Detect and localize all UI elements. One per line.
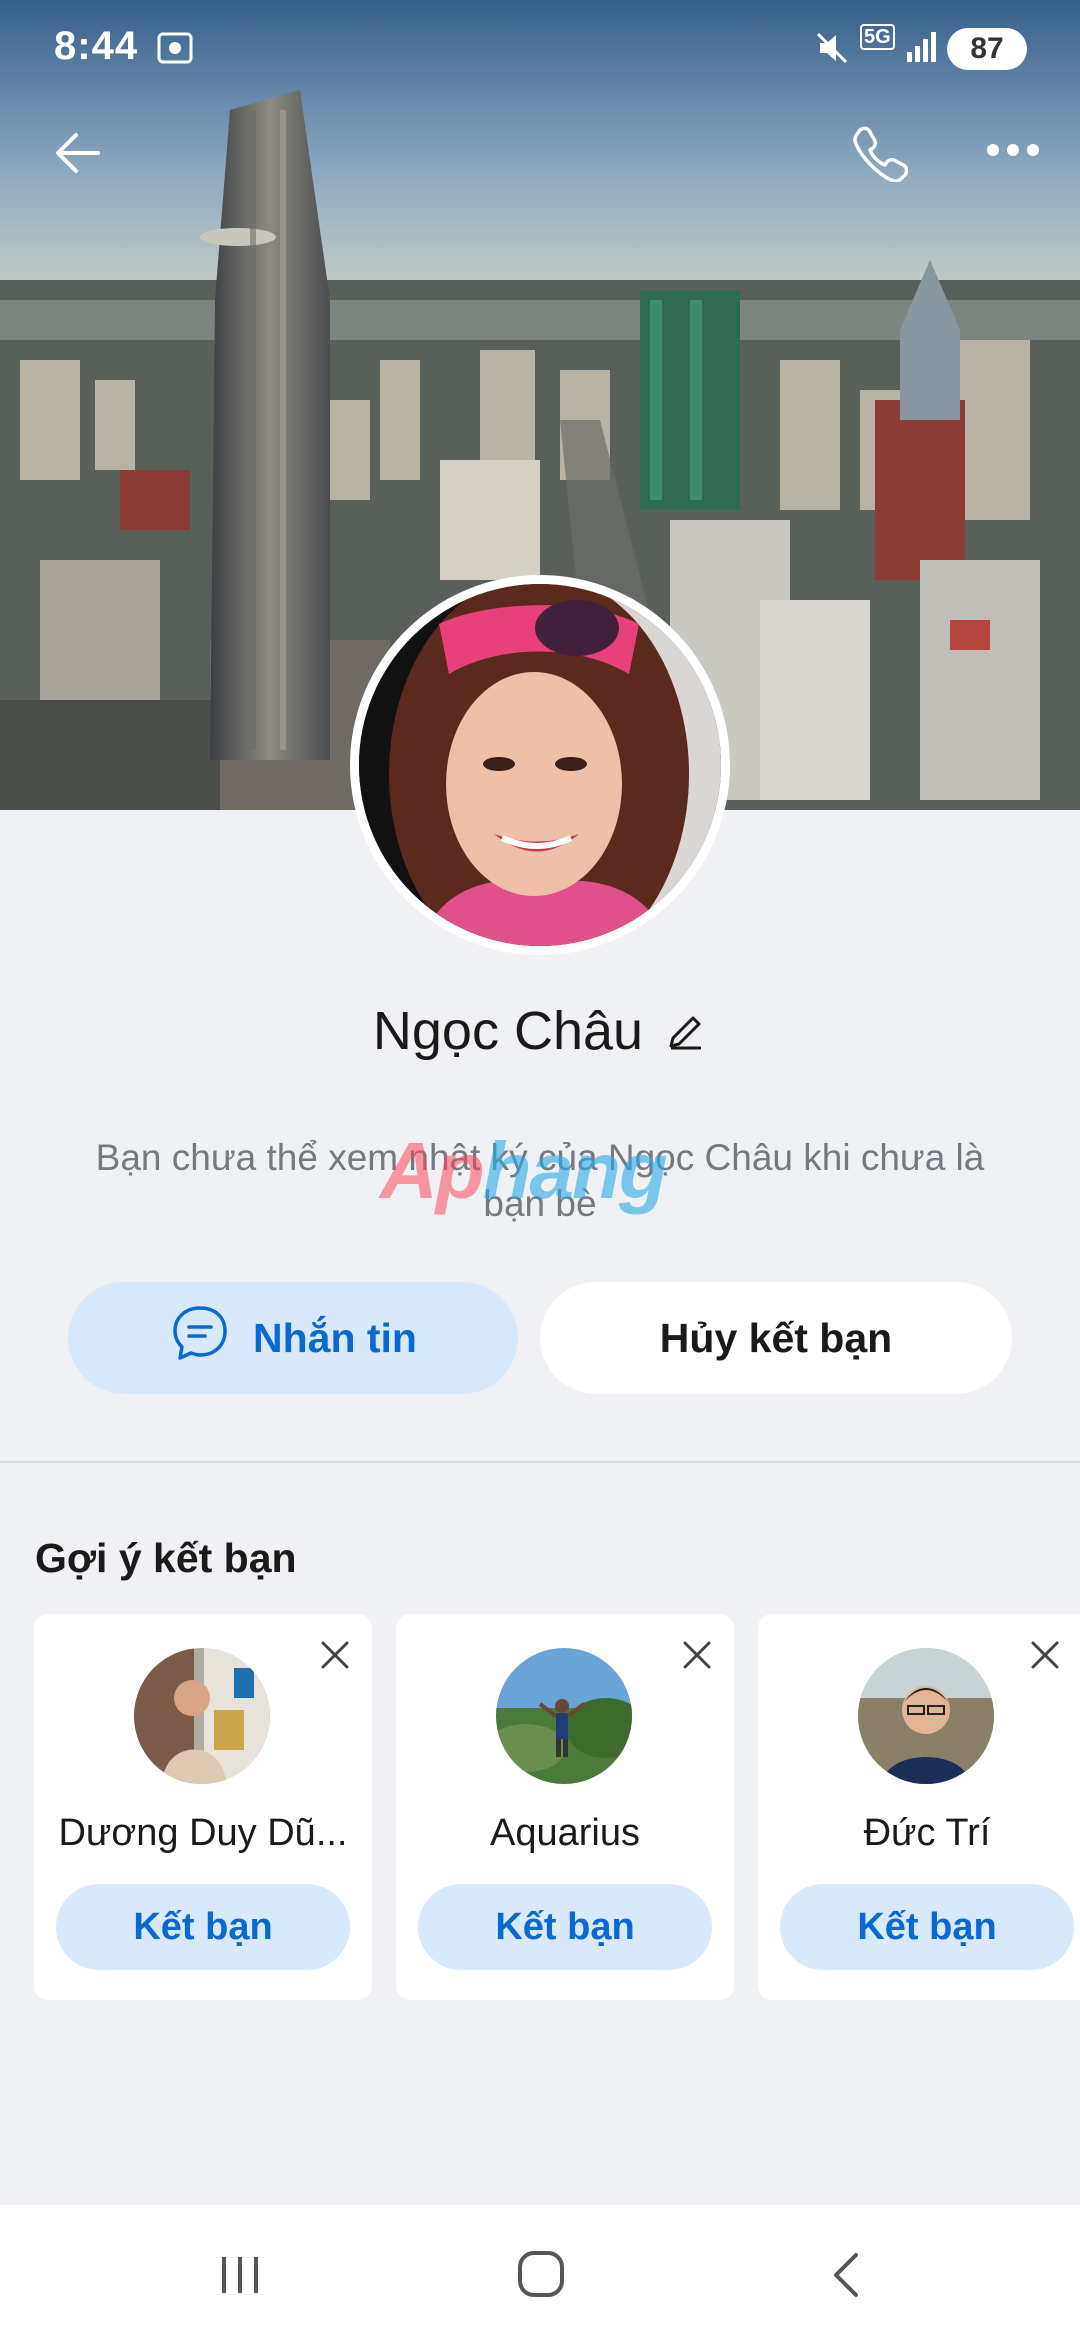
section-divider [0,1461,1080,1463]
profile-name: Ngọc Châu [372,1001,644,1061]
battery-indicator: 87 [947,28,1027,70]
profile-avatar[interactable] [350,575,730,955]
unfriend-button[interactable]: Hủy kết bạn [540,1282,1012,1394]
avatar [858,1648,994,1784]
friend-suggestions-title: Gợi ý kết bạn [35,1535,297,1581]
edit-icon[interactable] [665,1008,707,1055]
close-icon[interactable] [318,1638,352,1677]
avatar [134,1648,270,1784]
avatar-photo [359,584,721,946]
add-friend-button[interactable]: Kết bạn [56,1884,350,1970]
close-icon[interactable] [680,1638,714,1677]
suggestion-card[interactable]: Aquarius Kết bạn [396,1614,734,2000]
message-button[interactable]: Nhắn tin [68,1282,518,1394]
network-label: 5G [860,24,895,50]
home-icon[interactable] [516,2249,566,2304]
status-time: 8:44 [54,24,139,68]
close-icon[interactable] [1028,1638,1062,1677]
message-icon [169,1302,231,1374]
unfriend-button-label: Hủy kết bạn [659,1314,893,1361]
suggestion-name: Aquarius [490,1812,640,1854]
add-friend-button[interactable]: Kết bạn [780,1884,1074,1970]
battery-level: 87 [970,32,1004,65]
suggestion-name: Đức Trí [863,1812,991,1854]
suggestion-card[interactable]: Dương Duy Dũ... Kết bạn [34,1614,372,2000]
watermark-part2: hang [482,1126,668,1215]
message-button-label: Nhắn tin [253,1314,417,1361]
avatar [496,1648,632,1784]
watermark-part1: Ap [380,1126,485,1215]
watermark-logo: Aphang [380,1125,668,1217]
add-friend-button[interactable]: Kết bạn [418,1884,712,1970]
recents-icon[interactable] [216,2253,264,2302]
suggestion-card[interactable]: Đức Trí Kết bạn [758,1614,1080,2000]
suggestion-name: Dương Duy Dũ... [58,1812,348,1854]
system-navigation-bar [0,2205,1080,2340]
status-bar: 8:44 5G 87 [0,0,1080,100]
back-icon[interactable] [826,2249,866,2306]
network-type: 5G [860,24,895,50]
profile-name-row: Ngọc Châu [0,1000,1080,1062]
